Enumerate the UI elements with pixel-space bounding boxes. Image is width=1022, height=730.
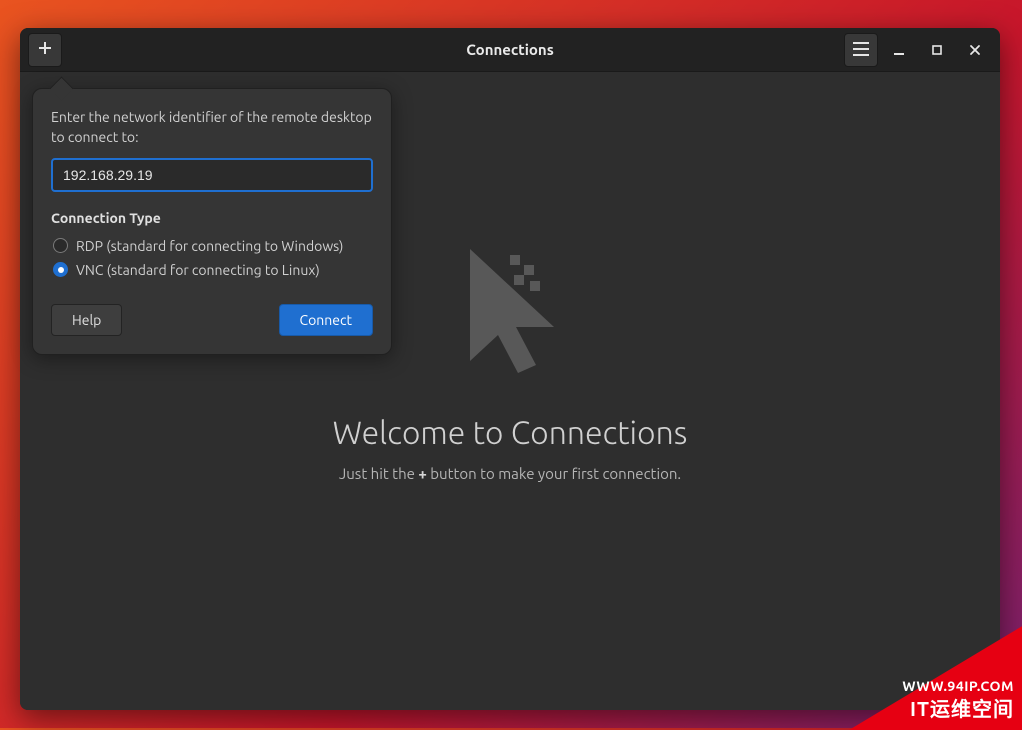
watermark: WWW.94IP.COM IT运维空间	[832, 618, 1022, 728]
radio-icon	[53, 262, 68, 277]
address-prompt-label: Enter the network identifier of the remo…	[51, 107, 373, 148]
titlebar-right	[842, 33, 994, 67]
welcome-subtext: Just hit the + button to make your first…	[339, 465, 681, 482]
maximize-button[interactable]	[920, 33, 954, 67]
menu-button[interactable]	[844, 33, 878, 67]
welcome-sub-prefix: Just hit the	[339, 465, 419, 482]
address-input[interactable]	[51, 158, 373, 192]
connection-type-heading: Connection Type	[51, 210, 373, 226]
close-button[interactable]	[958, 33, 992, 67]
minimize-button[interactable]	[882, 33, 916, 67]
app-window: Connections	[20, 28, 1000, 710]
welcome-sub-plus: +	[418, 465, 426, 482]
connect-button[interactable]: Connect	[279, 304, 374, 336]
titlebar: Connections	[20, 28, 1000, 72]
radio-icon	[53, 238, 68, 253]
connection-type-rdp[interactable]: RDP (standard for connecting to Windows)	[51, 234, 373, 258]
help-button[interactable]: Help	[51, 304, 122, 336]
close-icon	[969, 40, 981, 60]
connection-type-vnc[interactable]: VNC (standard for connecting to Linux)	[51, 258, 373, 282]
cursor-placeholder-icon	[450, 241, 570, 385]
maximize-icon	[931, 40, 943, 60]
welcome-heading: Welcome to Connections	[333, 415, 688, 451]
radio-label: RDP (standard for connecting to Windows)	[76, 238, 343, 254]
watermark-url: WWW.94IP.COM	[902, 678, 1014, 694]
hamburger-icon	[853, 40, 869, 60]
plus-icon	[37, 40, 53, 60]
new-connection-popover: Enter the network identifier of the remo…	[32, 88, 392, 355]
watermark-text: IT运维空间	[910, 693, 1014, 722]
new-connection-button[interactable]	[28, 33, 62, 67]
popover-button-row: Help Connect	[51, 304, 373, 336]
minimize-icon	[893, 40, 905, 60]
welcome-sub-suffix: button to make your first connection.	[427, 465, 681, 482]
radio-label: VNC (standard for connecting to Linux)	[76, 262, 320, 278]
